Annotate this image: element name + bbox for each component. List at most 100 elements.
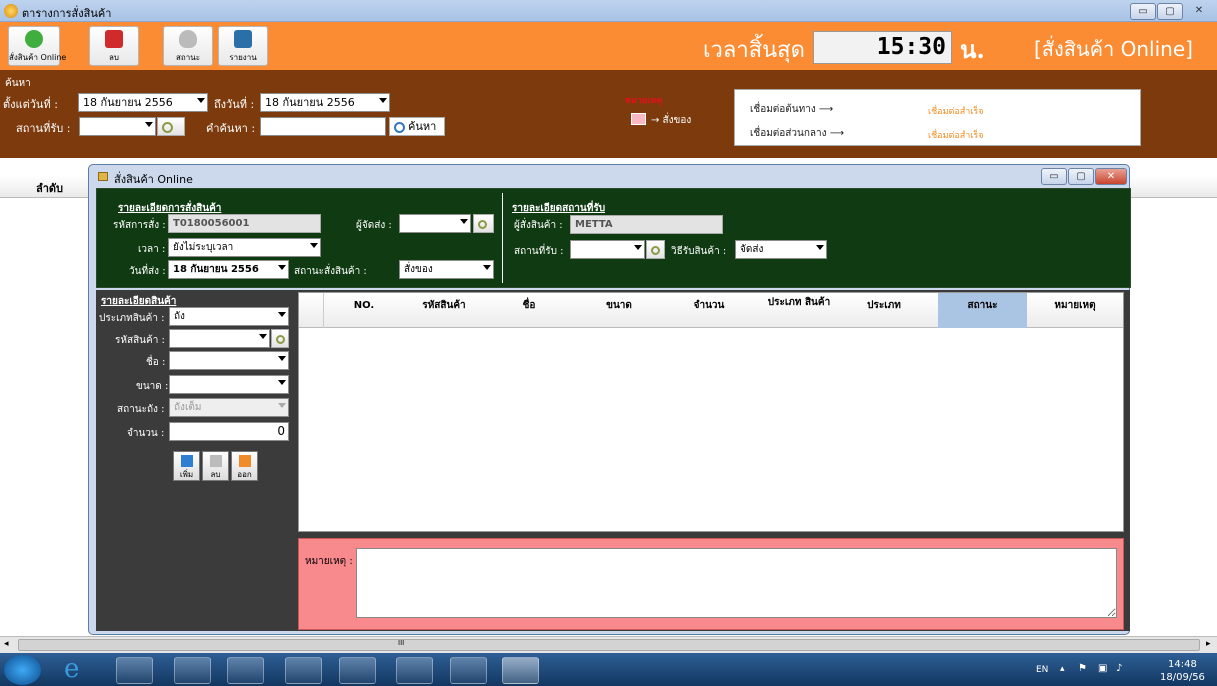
scroll-thumb[interactable] <box>18 639 1200 651</box>
order-no-label: รหัสการสั่ง : <box>113 220 166 231</box>
ie-icon[interactable]: e <box>64 656 101 684</box>
chevron-down-icon <box>379 98 387 103</box>
tray-expand-icon[interactable]: ▴ <box>1060 664 1065 674</box>
product-grid[interactable] <box>298 292 1124 532</box>
product-search-button[interactable] <box>271 329 289 348</box>
chevron-down-icon <box>483 265 491 270</box>
tray-time[interactable]: 14:48 <box>1168 659 1197 670</box>
add-button[interactable]: เพิ่ม <box>173 451 200 481</box>
place-search-button[interactable] <box>157 117 185 136</box>
grid-col-status[interactable]: สถานะ <box>938 300 1027 311</box>
ship-date-label: วันที่ส่ง : <box>129 266 166 277</box>
dialog-close-button[interactable]: ✕ <box>1095 168 1127 185</box>
status-button[interactable]: สถานะ <box>163 26 213 66</box>
method-label: วิธีรับสินค้า : <box>671 246 727 257</box>
sender-select[interactable] <box>399 214 471 233</box>
chevron-down-icon <box>278 380 286 385</box>
dialog-title: สั่งสินค้า Online <box>114 173 193 186</box>
scroll-right-arrow-icon[interactable]: ▸ <box>1206 639 1211 649</box>
grid-col-size[interactable]: ขนาด <box>574 300 664 311</box>
grid-col-name[interactable]: ชื่อ <box>484 300 574 311</box>
product-type-label: ประเภทสินค้า : <box>99 313 165 324</box>
powerpoint-icon[interactable] <box>339 657 376 684</box>
maximize-button[interactable]: ▢ <box>1157 3 1183 20</box>
grid-col-product-type[interactable]: ประเภท สินค้า <box>764 297 834 308</box>
flag-icon[interactable]: ⚑ <box>1078 663 1087 674</box>
to-date-picker[interactable]: 18 กันยายน 2556 <box>260 93 390 112</box>
receive-place-select[interactable] <box>570 240 645 259</box>
explorer-icon[interactable] <box>116 657 153 684</box>
outlook-icon[interactable] <box>227 657 264 684</box>
chevron-down-icon <box>278 312 286 317</box>
minimize-button[interactable]: ▭ <box>1130 3 1156 20</box>
word-icon[interactable] <box>450 657 487 684</box>
order-online-button[interactable]: สั่งสินค้า Online <box>8 26 66 66</box>
search-button[interactable]: ค้นหา <box>389 117 445 136</box>
volume-icon[interactable]: ♪ <box>1116 663 1122 674</box>
scroll-left-arrow-icon[interactable]: ◂ <box>4 639 9 649</box>
orderer-field: METTA <box>570 215 723 234</box>
grid-col-quantity[interactable]: จำนวน <box>664 300 754 311</box>
order-status-label: สถานะสั่งสินค้า : <box>294 266 367 277</box>
product-code-select[interactable] <box>169 329 270 348</box>
remove-button[interactable]: ลบ <box>202 451 229 481</box>
search-icon <box>162 121 173 133</box>
exit-button[interactable]: ออก <box>231 451 258 481</box>
note-label: หมายเหตุ : <box>305 556 353 567</box>
dialog-minimize-button[interactable]: ▭ <box>1041 168 1067 185</box>
list-col-no: ลำดับ <box>36 182 64 195</box>
chevron-down-icon <box>278 356 286 361</box>
network-icon[interactable]: ▣ <box>1098 663 1107 674</box>
chevron-down-icon <box>145 122 153 127</box>
language-indicator[interactable]: EN <box>1036 665 1048 675</box>
delete-button[interactable]: ลบ <box>89 26 139 66</box>
order-status-select[interactable]: สั่งของ <box>399 260 494 279</box>
central-connection-label: เชื่อมต่อส่วนกลาง ⟶ <box>750 128 845 139</box>
keyword-input[interactable] <box>260 117 386 136</box>
place-select[interactable] <box>79 117 156 136</box>
time-select[interactable]: ยังไม่ระบุเวลา <box>168 238 321 257</box>
group-divider <box>502 193 503 283</box>
tray-date[interactable]: 18/09/56 <box>1160 672 1205 683</box>
shield-icon <box>179 30 197 48</box>
source-connection-status: เชื่อมต่อสำเร็จ <box>928 107 984 117</box>
grid-col-no[interactable]: NO. <box>324 300 404 311</box>
ship-date-picker[interactable]: 18 กันยายน 2556 <box>168 260 289 279</box>
time-label: เวลา : <box>138 244 166 255</box>
method-select[interactable]: จัดส่ง <box>735 240 827 259</box>
app-bus-icon[interactable] <box>285 657 322 684</box>
chevron-down-icon <box>816 245 824 250</box>
mode-label: [สั่งสินค้า Online] <box>1034 37 1193 61</box>
sender-search-button[interactable] <box>473 214 494 233</box>
report-button[interactable]: รายงาน <box>218 26 268 66</box>
receive-place-label: สถานที่รับ : <box>514 246 564 257</box>
close-button[interactable]: ✕ <box>1184 3 1214 20</box>
note-textarea[interactable] <box>356 548 1117 618</box>
tank-status-select: ถังเต็ม <box>169 398 289 417</box>
receive-group-title: รายละเอียดสถานที่รับ <box>512 203 606 214</box>
horizontal-scrollbar[interactable]: ◂ III ▸ <box>0 636 1217 653</box>
grid-col-code[interactable]: รหัสสินค้า <box>404 300 484 311</box>
tank-status-label: สถานะถัง : <box>117 404 165 415</box>
connection-panel: เชื่อมต่อต้นทาง ⟶ เชื่อมต่อสำเร็จ เชื่อม… <box>734 89 1141 146</box>
product-name-select[interactable] <box>169 351 289 370</box>
start-button[interactable] <box>4 655 41 685</box>
from-date-picker[interactable]: 18 กันยายน 2556 <box>78 93 208 112</box>
chevron-down-icon <box>278 403 286 408</box>
place-label: สถานที่รับ : <box>16 122 71 135</box>
grid-col-type[interactable]: ประเภท <box>844 300 924 311</box>
receive-place-search-button[interactable] <box>646 240 665 259</box>
grid-col-note[interactable]: หมายเหตุ <box>1027 300 1123 311</box>
product-size-select[interactable] <box>169 375 289 394</box>
product-type-select[interactable]: ถัง <box>169 307 289 326</box>
shop-app-icon[interactable] <box>502 657 539 684</box>
dialog-maximize-button[interactable]: ▢ <box>1068 168 1094 185</box>
clock-label: เวลาสิ้นสุด : <box>703 38 820 63</box>
trash-icon <box>105 30 123 48</box>
from-date-label: ตั้งแต่วันที่ : <box>3 98 58 111</box>
media-player-icon[interactable] <box>174 657 211 684</box>
exit-icon <box>238 455 251 467</box>
chevron-down-icon <box>259 334 267 339</box>
info-app-icon[interactable] <box>396 657 433 684</box>
quantity-input[interactable]: 0 <box>169 422 289 441</box>
